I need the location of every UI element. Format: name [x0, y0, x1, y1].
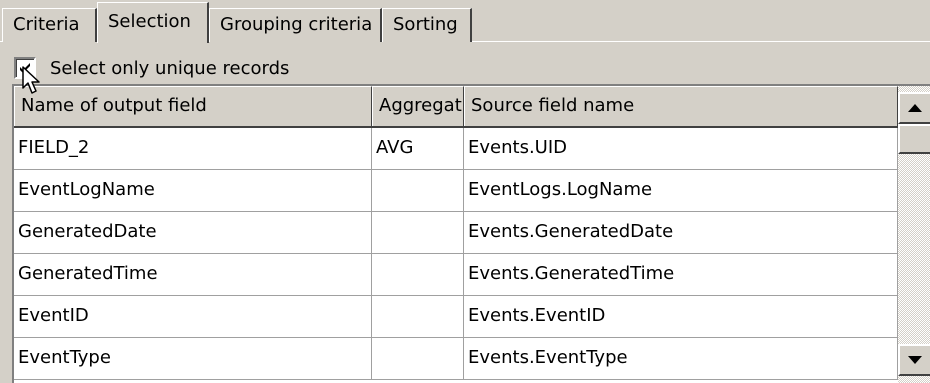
aggregate-cell[interactable] [372, 170, 464, 211]
aggregate-cell[interactable] [372, 212, 464, 253]
source-field-cell[interactable]: Events.EventType [464, 338, 898, 379]
selection-grid[interactable]: Name of output field Aggregat Source fie… [12, 84, 930, 383]
column-header-source-field[interactable]: Source field name [464, 86, 898, 126]
unique-records-option[interactable]: Select only unique records [14, 54, 289, 82]
mouse-pointer-icon [22, 66, 40, 94]
arrow-down-icon [908, 356, 922, 364]
output-field-cell[interactable]: EventLogName [14, 170, 372, 211]
grid-body: FIELD_2 AVG Events.UID EventLogName Even… [14, 128, 898, 380]
scroll-down-button[interactable] [898, 344, 930, 376]
aggregate-cell[interactable] [372, 296, 464, 337]
source-field-cell[interactable]: Events.GeneratedDate [464, 212, 898, 253]
source-field-cell[interactable]: EventLogs.LogName [464, 170, 898, 211]
output-field-cell[interactable]: EventID [14, 296, 372, 337]
unique-records-label: Select only unique records [50, 57, 290, 79]
output-field-cell[interactable]: GeneratedTime [14, 254, 372, 295]
grid-header: Name of output field Aggregat Source fie… [14, 86, 898, 128]
table-row[interactable]: EventID Events.EventID [14, 296, 898, 338]
table-row[interactable]: GeneratedTime Events.GeneratedTime [14, 254, 898, 296]
table-row[interactable]: FIELD_2 AVG Events.UID [14, 128, 898, 170]
source-field-cell[interactable]: Events.EventID [464, 296, 898, 337]
arrow-up-icon [908, 104, 922, 112]
aggregate-cell[interactable]: AVG [372, 128, 464, 169]
table-row[interactable]: EventType Events.EventType [14, 338, 898, 380]
tab-strip: Criteria Selection Grouping criteria Sor… [0, 0, 930, 43]
output-field-cell[interactable]: FIELD_2 [14, 128, 372, 169]
source-field-cell[interactable]: Events.GeneratedTime [464, 254, 898, 295]
tab-selection[interactable]: Selection [97, 2, 209, 43]
aggregate-cell[interactable] [372, 254, 464, 295]
tab-sorting[interactable]: Sorting [382, 8, 472, 42]
tab-grouping-criteria[interactable]: Grouping criteria [209, 8, 382, 42]
source-field-cell[interactable]: Events.UID [464, 128, 898, 169]
table-row[interactable]: GeneratedDate Events.GeneratedDate [14, 212, 898, 254]
table-row[interactable]: EventLogName EventLogs.LogName [14, 170, 898, 212]
column-header-aggregate[interactable]: Aggregat [372, 86, 464, 126]
column-header-output-field[interactable]: Name of output field [14, 86, 372, 126]
output-field-cell[interactable]: GeneratedDate [14, 212, 372, 253]
vertical-scrollbar[interactable] [898, 86, 930, 383]
scroll-thumb[interactable] [898, 124, 930, 154]
aggregate-cell[interactable] [372, 338, 464, 379]
tab-criteria[interactable]: Criteria [2, 8, 97, 42]
scroll-up-button[interactable] [898, 92, 930, 124]
output-field-cell[interactable]: EventType [14, 338, 372, 379]
